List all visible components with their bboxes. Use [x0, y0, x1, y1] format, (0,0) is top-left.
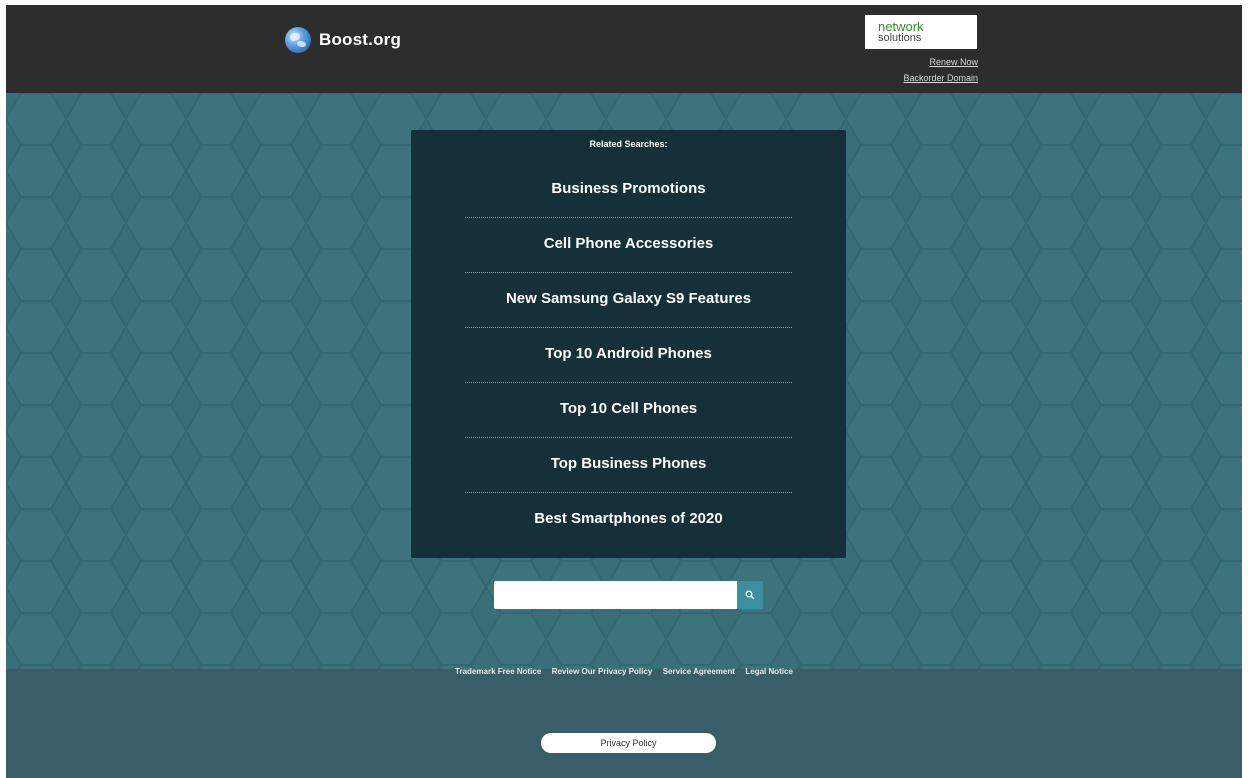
page-frame: Boost.org network solutions Renew Now Ba… [6, 5, 1242, 778]
trademark-notice-link[interactable]: Trademark Free Notice [455, 667, 541, 676]
globe-icon [285, 27, 311, 53]
related-search-link[interactable]: New Samsung Galaxy S9 Features [465, 271, 792, 325]
search-input[interactable] [494, 581, 737, 609]
top-bar: Boost.org network solutions Renew Now Ba… [6, 5, 1242, 93]
backorder-domain-link[interactable]: Backorder Domain [903, 73, 978, 83]
related-search-link[interactable]: Business Promotions [465, 161, 792, 215]
search-icon [745, 590, 755, 600]
site-logo[interactable]: Boost.org [285, 27, 401, 53]
footer-links: Trademark Free Notice Review Our Privacy… [6, 661, 1242, 679]
renew-now-link[interactable]: Renew Now [929, 57, 978, 67]
search-button[interactable] [737, 581, 763, 609]
related-search-link[interactable]: Top 10 Android Phones [465, 326, 792, 380]
network-solutions-logo[interactable]: network solutions [865, 15, 977, 49]
related-search-link[interactable]: Best Smartphones of 2020 [465, 491, 792, 545]
site-name: Boost.org [319, 30, 402, 49]
footer [6, 669, 1242, 778]
privacy-policy-button[interactable]: Privacy Policy [541, 733, 716, 753]
related-search-link[interactable]: Cell Phone Accessories [465, 216, 792, 270]
partner-logo-line1: network [878, 18, 924, 34]
service-agreement-link[interactable]: Service Agreement [663, 667, 735, 676]
related-searches-title: Related Searches: [589, 139, 668, 149]
legal-notice-link[interactable]: Legal Notice [745, 667, 793, 676]
partner-logo-line2: solutions [878, 31, 922, 44]
related-search-link[interactable]: Top 10 Cell Phones [465, 381, 792, 435]
related-search-link[interactable]: Top Business Phones [465, 436, 792, 490]
privacy-policy-link[interactable]: Review Our Privacy Policy [552, 667, 653, 676]
related-searches-panel: Related Searches: Business Promotions Ce… [411, 130, 846, 558]
